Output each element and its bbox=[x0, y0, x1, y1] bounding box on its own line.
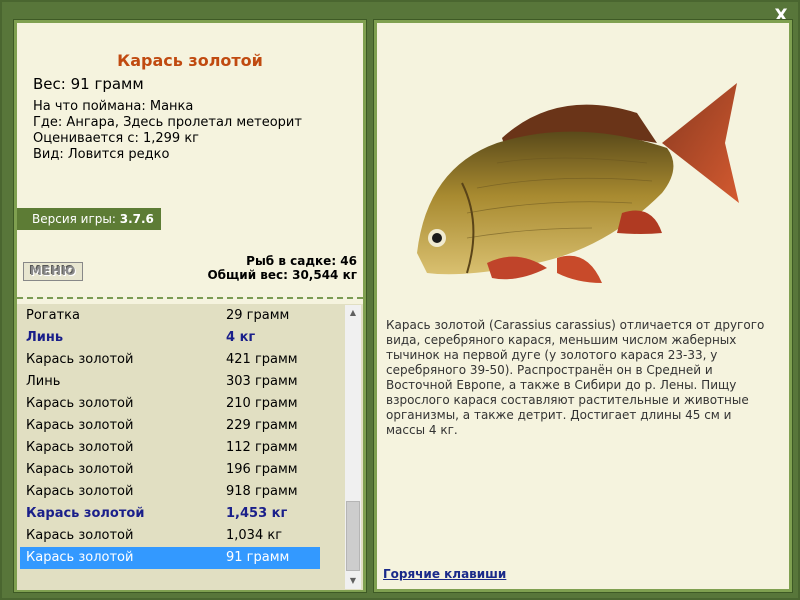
fish-info-panel: Карась золотой Вес: 91 грамм На что пойм… bbox=[13, 19, 367, 593]
game-window: X Карась золотой Вес: 91 грамм На что по… bbox=[0, 0, 800, 600]
fish-info: Карась золотой Вес: 91 грамм На что пойм… bbox=[17, 23, 363, 293]
catch-item-weight: 196 грамм bbox=[226, 462, 298, 477]
catch-list[interactable]: Рогатка 29 грамм Линь 4 кг Карась золотой 421… bbox=[17, 304, 363, 590]
catch-item-name: Рогатка bbox=[26, 308, 80, 323]
catch-item-name: Карась золотой bbox=[26, 418, 134, 433]
catch-item-weight: 4 кг bbox=[226, 330, 256, 345]
version-label: Версия игры: bbox=[32, 212, 116, 226]
catch-item-weight: 229 грамм bbox=[226, 418, 298, 433]
catch-item-weight: 210 грамм bbox=[226, 396, 298, 411]
catch-item-weight: 112 грамм bbox=[226, 440, 298, 455]
catch-item-name: Линь bbox=[26, 330, 64, 345]
catch-list-item[interactable]: Карась золотой 918 грамм bbox=[20, 481, 320, 503]
catch-list-item[interactable]: Линь 303 грамм bbox=[20, 371, 320, 393]
catch-item-weight: 918 грамм bbox=[226, 484, 298, 499]
catch-item-weight: 421 грамм bbox=[226, 352, 298, 367]
catch-location: Где: Ангара, Здесь пролетал метеорит bbox=[33, 115, 302, 130]
catch-item-weight: 29 грамм bbox=[226, 308, 290, 323]
catch-item-name: Карась золотой bbox=[26, 528, 134, 543]
catch-list-item[interactable]: Карась золотой 196 грамм bbox=[20, 459, 320, 481]
hotkeys-link[interactable]: Горячие клавиши bbox=[383, 567, 506, 581]
fish-description-panel: Карась золотой (Carassius carassius) отл… bbox=[373, 19, 793, 593]
catch-list-item[interactable]: Линь 4 кг bbox=[20, 327, 320, 349]
catch-list-item[interactable]: Карась золотой 210 грамм bbox=[20, 393, 320, 415]
catch-item-name: Линь bbox=[26, 374, 61, 389]
catch-list-item[interactable]: Карась золотой 421 грамм bbox=[20, 349, 320, 371]
divider bbox=[17, 297, 363, 299]
catch-item-name: Карась золотой bbox=[26, 550, 134, 565]
valued-from: Оценивается с: 1,299 кг bbox=[33, 131, 200, 146]
fish-count: Рыб в садке: 46 bbox=[246, 254, 357, 268]
version-number: 3.7.6 bbox=[119, 212, 154, 226]
fish-description: Карась золотой (Carassius carassius) отл… bbox=[386, 318, 765, 437]
catch-item-name: Карась золотой bbox=[26, 484, 134, 499]
catch-item-name: Карась золотой bbox=[26, 506, 145, 521]
catch-item-name: Карась золотой bbox=[26, 440, 134, 455]
crucian-carp-image bbox=[417, 83, 739, 283]
caught-with: На что поймана: Манка bbox=[33, 99, 194, 114]
scroll-down-arrow-icon[interactable]: ▼ bbox=[345, 573, 361, 589]
catch-list-item[interactable]: Карась золотой 229 грамм bbox=[20, 415, 320, 437]
catch-item-name: Карась золотой bbox=[26, 396, 134, 411]
catch-list-item[interactable]: Карась золотой 91 грамм bbox=[20, 547, 320, 569]
menu-button[interactable]: МЕНЮ bbox=[23, 262, 83, 281]
catch-item-weight: 303 грамм bbox=[226, 374, 298, 389]
fish-weight: Вес: 91 грамм bbox=[33, 75, 144, 93]
catch-list-item[interactable]: Рогатка 29 грамм bbox=[20, 305, 320, 327]
catch-item-weight: 91 грамм bbox=[226, 550, 290, 565]
catch-item-weight: 1,034 кг bbox=[226, 528, 283, 543]
catch-item-name: Карась золотой bbox=[26, 352, 134, 367]
keepnet-stats: Рыб в садке: 46 Общий вес: 30,544 кг bbox=[207, 254, 357, 282]
total-weight: Общий вес: 30,544 кг bbox=[207, 268, 357, 282]
catch-list-item[interactable]: Карась золотой 112 грамм bbox=[20, 437, 320, 459]
catch-list-rows: Рогатка 29 грамм Линь 4 кг Карась золотой 421… bbox=[20, 305, 320, 569]
catch-item-name: Карась золотой bbox=[26, 462, 134, 477]
catch-item-weight: 1,453 кг bbox=[226, 506, 288, 521]
scrollbar-thumb[interactable] bbox=[346, 501, 360, 571]
catch-list-item[interactable]: Карась золотой 1,034 кг bbox=[20, 525, 320, 547]
list-scrollbar[interactable]: ▲ ▼ bbox=[345, 305, 361, 589]
fish-rarity: Вид: Ловится редко bbox=[33, 147, 170, 162]
catch-list-item[interactable]: Карась золотой 1,453 кг bbox=[20, 503, 320, 525]
fish-title: Карась золотой bbox=[117, 51, 263, 70]
scroll-up-arrow-icon[interactable]: ▲ bbox=[345, 305, 361, 321]
version-badge: Версия игры: 3.7.6 bbox=[17, 208, 161, 230]
